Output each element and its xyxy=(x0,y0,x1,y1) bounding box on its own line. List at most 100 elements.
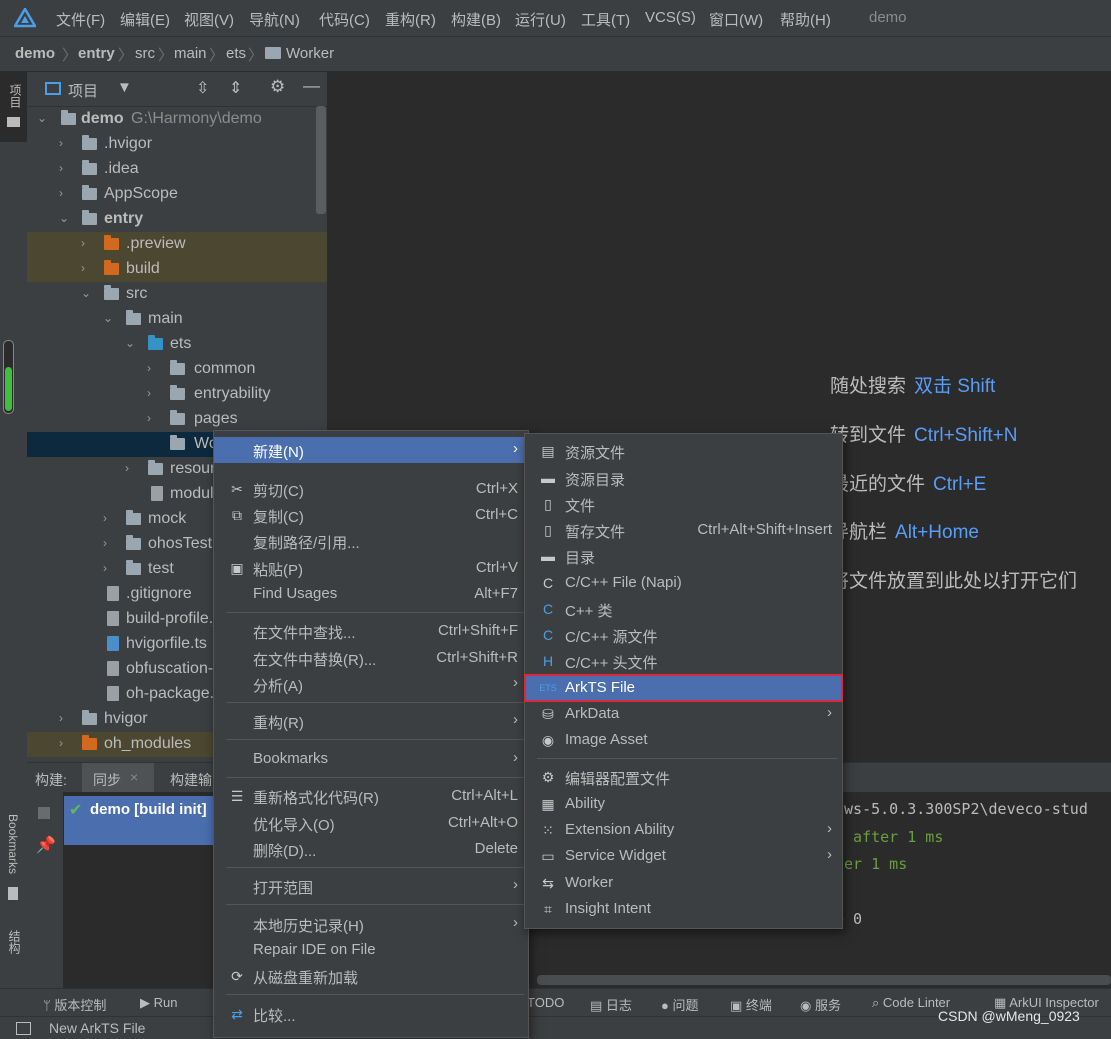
tool-services[interactable]: ◉ 服务 xyxy=(800,995,841,1014)
tree-row[interactable]: › common xyxy=(27,357,327,382)
menu-item-open-in[interactable]: 打开范围 › xyxy=(214,873,528,899)
close-icon[interactable]: × xyxy=(130,769,138,785)
tool-vcs[interactable]: ᛘ 版本控制 xyxy=(43,995,106,1014)
submenu-item-directory[interactable]: ▬ 目录 xyxy=(525,543,842,569)
chevron-right-icon[interactable]: › xyxy=(59,186,63,200)
menu-edit[interactable]: 编辑(E) xyxy=(120,9,170,30)
collapse-all-icon[interactable]: ⇕ xyxy=(229,78,242,98)
menu-view[interactable]: 视图(V) xyxy=(184,9,234,30)
crumb-main[interactable]: main xyxy=(174,45,207,62)
stop-icon[interactable] xyxy=(38,807,50,819)
menu-item-replace-in-files[interactable]: 在文件中替换(R)... Ctrl+Shift+R xyxy=(214,645,528,671)
submenu-item-file[interactable]: ▯ 文件 xyxy=(525,491,842,517)
window-icon[interactable] xyxy=(16,1022,31,1035)
submenu-item-editorconfig[interactable]: ⚙ 编辑器配置文件 xyxy=(525,764,842,790)
submenu-item-cpp-napi[interactable]: C C/C++ File (Napi) xyxy=(525,570,842,596)
menu-item-paste[interactable]: ▣ 粘贴(P) Ctrl+V xyxy=(214,555,528,581)
menu-item-find-in-files[interactable]: 在文件中查找... Ctrl+Shift+F xyxy=(214,618,528,644)
menu-item-new[interactable]: 新建(N) › xyxy=(214,437,528,463)
chevron-right-icon[interactable]: › xyxy=(59,136,63,150)
chevron-down-icon[interactable]: ⌄ xyxy=(125,336,135,350)
submenu-item-cpp-source[interactable]: C C/C++ 源文件 xyxy=(525,622,842,648)
crumb-ets[interactable]: ets xyxy=(226,45,246,62)
tree-row[interactable]: › .idea xyxy=(27,157,327,182)
menu-tools[interactable]: 工具(T) xyxy=(581,9,630,30)
tool-todo[interactable]: TODO xyxy=(527,995,564,1010)
submenu-item-insight-intent[interactable]: ⌗ Insight Intent xyxy=(525,896,842,922)
crumb-demo[interactable]: demo xyxy=(15,45,55,62)
chevron-right-icon[interactable]: › xyxy=(81,261,85,275)
chevron-right-icon[interactable]: › xyxy=(125,461,129,475)
menu-item-reformat[interactable]: ☰ 重新格式化代码(R) Ctrl+Alt+L xyxy=(214,783,528,809)
project-tool-tab[interactable]: 项目 xyxy=(0,72,27,142)
tree-row-demo[interactable]: ⌄ demo G:\Harmony\demo xyxy=(27,107,327,132)
tree-row[interactable]: ⌄ src xyxy=(27,282,327,307)
pin-icon[interactable]: 📌 xyxy=(36,835,56,855)
submenu-item-resource-file[interactable]: ▤ 资源文件 xyxy=(525,438,842,464)
menu-item-cut[interactable]: ✂ 剪切(C) Ctrl+X xyxy=(214,476,528,502)
chevron-down-icon[interactable]: ⌄ xyxy=(103,311,113,325)
menu-build[interactable]: 构建(B) xyxy=(451,9,501,30)
chevron-right-icon[interactable]: › xyxy=(59,161,63,175)
dropdown-arrow-icon[interactable]: ▼ xyxy=(117,79,132,96)
tree-row[interactable]: › entryability xyxy=(27,382,327,407)
submenu-item-image-asset[interactable]: ◉ Image Asset xyxy=(525,727,842,753)
tool-problems[interactable]: ● 问题 xyxy=(661,995,698,1014)
submenu-item-ability[interactable]: ▦ Ability xyxy=(525,791,842,817)
menu-run[interactable]: 运行(U) xyxy=(515,9,566,30)
menu-help[interactable]: 帮助(H) xyxy=(780,9,831,30)
tree-row[interactable]: › build xyxy=(27,257,327,282)
chevron-down-icon[interactable]: ⌄ xyxy=(81,286,91,300)
tree-row[interactable]: › .preview xyxy=(27,232,327,257)
tree-row[interactable]: › .hvigor xyxy=(27,132,327,157)
menu-item-local-history[interactable]: 本地历史记录(H) › xyxy=(214,911,528,937)
chevron-right-icon[interactable]: › xyxy=(103,536,107,550)
menu-item-optimize-imports[interactable]: 优化导入(O) Ctrl+Alt+O xyxy=(214,810,528,836)
menu-item-find-usages[interactable]: Find Usages Alt+F7 xyxy=(214,581,528,607)
submenu-item-scratch-file[interactable]: ▯ 暂存文件 Ctrl+Alt+Shift+Insert xyxy=(525,517,842,543)
chevron-right-icon[interactable]: › xyxy=(147,411,151,425)
menu-item-reload-from-disk[interactable]: ⟳ 从磁盘重新加载 xyxy=(214,963,528,989)
chevron-right-icon[interactable]: › xyxy=(103,561,107,575)
bookmarks-tab[interactable]: Bookmarks xyxy=(6,814,20,874)
tree-row[interactable]: › pages xyxy=(27,407,327,432)
submenu-item-worker[interactable]: ⇆ Worker xyxy=(525,870,842,896)
chevron-down-icon[interactable]: ⌄ xyxy=(59,211,69,225)
tree-row[interactable]: ⌄ main xyxy=(27,307,327,332)
tree-row[interactable]: ⌄ entry xyxy=(27,207,327,232)
crumb-entry[interactable]: entry xyxy=(78,45,115,62)
chevron-down-icon[interactable]: ⌄ xyxy=(37,111,47,125)
project-panel-title[interactable]: 项目 xyxy=(68,80,98,101)
menu-item-analyze[interactable]: 分析(A) › xyxy=(214,671,528,697)
tab-sync[interactable]: 同步 × xyxy=(82,763,154,793)
menu-window[interactable]: 窗口(W) xyxy=(709,9,763,30)
submenu-item-cpp-header[interactable]: H C/C++ 头文件 xyxy=(525,648,842,674)
chevron-right-icon[interactable]: › xyxy=(147,386,151,400)
menu-navigate[interactable]: 导航(N) xyxy=(249,9,300,30)
menu-refactor[interactable]: 重构(R) xyxy=(385,9,436,30)
menu-item-compare[interactable]: ⇄ 比较... xyxy=(214,1001,528,1027)
chevron-right-icon[interactable]: › xyxy=(147,361,151,375)
menu-item-copy-path[interactable]: 复制路径/引用... xyxy=(214,528,528,554)
menu-item-bookmarks[interactable]: Bookmarks › xyxy=(214,746,528,772)
chevron-right-icon[interactable]: › xyxy=(81,236,85,250)
submenu-item-cpp-class[interactable]: C C++ 类 xyxy=(525,596,842,622)
chevron-right-icon[interactable]: › xyxy=(103,511,107,525)
tree-row[interactable]: ⌄ ets xyxy=(27,332,327,357)
crumb-src[interactable]: src xyxy=(135,45,155,62)
submenu-item-extension-ability[interactable]: ⁙ Extension Ability › xyxy=(525,817,842,843)
expand-all-icon[interactable]: ⇳ xyxy=(196,78,209,98)
tree-row[interactable]: › AppScope xyxy=(27,182,327,207)
gear-icon[interactable]: ⚙ xyxy=(270,77,285,97)
structure-tab[interactable]: 结构 xyxy=(6,930,23,954)
tool-terminal[interactable]: ▣ 终端 xyxy=(730,995,772,1014)
menu-item-refactor[interactable]: 重构(R) › xyxy=(214,708,528,734)
menu-item-repair-ide[interactable]: Repair IDE on File xyxy=(214,937,528,963)
menu-vcs[interactable]: VCS(S) xyxy=(645,9,696,26)
chevron-right-icon[interactable]: › xyxy=(59,736,63,750)
menu-item-copy[interactable]: ⧉ 复制(C) Ctrl+C xyxy=(214,502,528,528)
tool-log[interactable]: ▤ 日志 xyxy=(590,995,632,1014)
submenu-item-service-widget[interactable]: ▭ Service Widget › xyxy=(525,843,842,869)
chevron-right-icon[interactable]: › xyxy=(59,711,63,725)
horizontal-scrollbar[interactable] xyxy=(537,975,1111,985)
